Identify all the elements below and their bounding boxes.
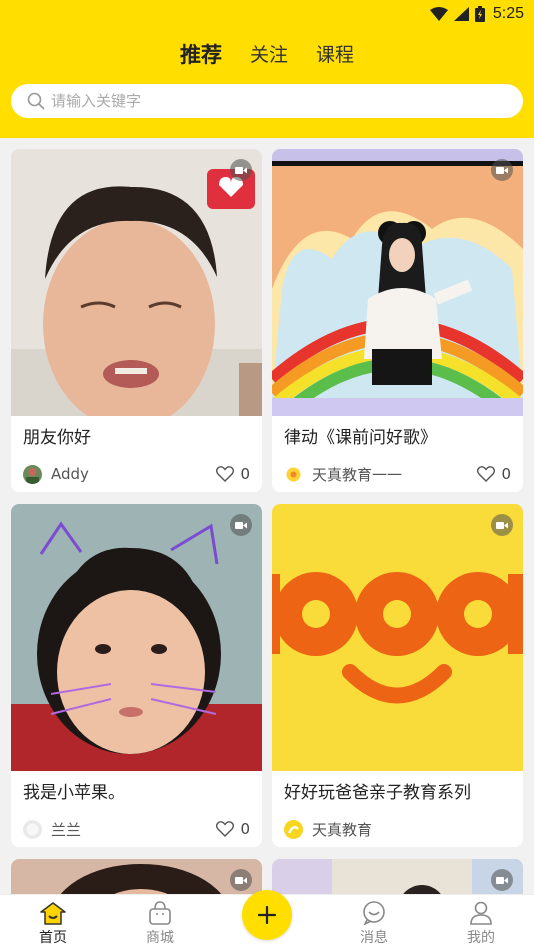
create-button[interactable]: [242, 890, 292, 940]
video-camera-icon: [235, 876, 247, 884]
status-time: 5:25: [492, 5, 524, 22]
feed-card[interactable]: 律动《课前问好歌》 天真教育一一 0: [272, 149, 523, 492]
tab-follow[interactable]: 关注: [248, 40, 290, 70]
like-button[interactable]: 0: [216, 465, 250, 483]
video-camera-icon: [496, 166, 508, 174]
author-name[interactable]: Addy: [51, 465, 216, 483]
top-tabs: 推荐 关注 课程: [0, 40, 534, 72]
feed-card[interactable]: 朋友你好 Addy 0: [11, 149, 262, 492]
like-button[interactable]: 0: [216, 820, 250, 838]
feed[interactable]: 朋友你好 Addy 0 律动《课前问好歌》 天真教育一一 0 我是小苹果。 兰兰…: [0, 138, 534, 894]
brand-face-logo-image: [272, 504, 523, 771]
avatar[interactable]: [284, 464, 303, 484]
search-bar[interactable]: [11, 84, 523, 118]
card-meta: 天真教育: [272, 811, 523, 847]
profile-icon: [470, 901, 492, 925]
battery-icon: [474, 6, 485, 22]
feed-card[interactable]: 好好玩爸爸亲子教育系列 天真教育: [272, 504, 523, 847]
video-thumbnail[interactable]: [11, 859, 262, 894]
author-name[interactable]: 天真教育: [312, 819, 511, 840]
video-thumbnail[interactable]: [11, 504, 262, 771]
tab-recommend[interactable]: 推荐: [177, 40, 224, 72]
like-count: 0: [501, 465, 511, 483]
card-meta: 兰兰 0: [11, 811, 262, 847]
card-title: 律动《课前问好歌》: [284, 428, 437, 448]
nav-label: 消息: [360, 930, 388, 946]
like-button[interactable]: 0: [477, 465, 511, 483]
nav-label: 商城: [146, 930, 174, 946]
avatar[interactable]: [23, 819, 42, 839]
heart-icon: [216, 821, 235, 837]
feed-card[interactable]: 我是小苹果。 兰兰 0: [11, 504, 262, 847]
search-icon: [27, 92, 45, 110]
video-badge: [491, 869, 513, 891]
avatar[interactable]: [284, 819, 303, 839]
video-camera-icon: [496, 876, 508, 884]
video-thumbnail[interactable]: [272, 504, 523, 771]
card-title: 朋友你好: [23, 428, 91, 448]
nav-profile[interactable]: 我的: [441, 895, 521, 950]
avatar[interactable]: [23, 464, 42, 484]
header: 5:25 推荐 关注 课程: [0, 0, 534, 138]
video-thumbnail[interactable]: [272, 859, 523, 894]
tab-courses[interactable]: 课程: [314, 40, 356, 70]
author-name[interactable]: 天真教育一一: [312, 464, 477, 485]
plus-icon: [258, 906, 276, 924]
nav-home[interactable]: 首页: [13, 895, 93, 950]
feed-card[interactable]: [272, 859, 523, 894]
video-camera-icon: [235, 166, 247, 174]
signal-icon: [453, 7, 469, 21]
home-icon: [40, 902, 66, 925]
status-bar: 5:25: [429, 3, 524, 25]
like-count: 0: [240, 820, 250, 838]
shopping-bag-icon: [149, 901, 171, 925]
wifi-icon: [429, 7, 448, 21]
video-badge: [491, 159, 513, 181]
card-meta: 天真教育一一 0: [272, 456, 523, 492]
nav-shop[interactable]: 商城: [120, 895, 200, 950]
feed-card[interactable]: [11, 859, 262, 894]
video-badge: [230, 869, 252, 891]
video-badge: [230, 159, 252, 181]
card-title: 我是小苹果。: [23, 783, 125, 803]
search-input[interactable]: [51, 92, 471, 110]
like-count: 0: [240, 465, 250, 483]
video-thumbnail[interactable]: [272, 149, 523, 416]
card-title: 好好玩爸爸亲子教育系列: [284, 783, 471, 803]
child-photo-image: [11, 859, 262, 894]
author-name[interactable]: 兰兰: [51, 819, 216, 840]
video-camera-icon: [496, 521, 508, 529]
classroom-photo-image: [272, 859, 523, 894]
video-camera-icon: [235, 521, 247, 529]
video-thumbnail[interactable]: [11, 149, 262, 416]
heart-icon: [216, 466, 235, 482]
message-icon: [363, 901, 385, 925]
boy-face-image: [11, 149, 262, 416]
video-badge: [491, 514, 513, 536]
card-meta: Addy 0: [11, 456, 262, 492]
rainbow-teacher-image: [272, 149, 523, 416]
girl-face-image: [11, 504, 262, 771]
nav-label: 首页: [39, 930, 67, 946]
heart-icon: [477, 466, 496, 482]
nav-messages[interactable]: 消息: [334, 895, 414, 950]
video-badge: [230, 514, 252, 536]
nav-label: 我的: [467, 930, 495, 946]
